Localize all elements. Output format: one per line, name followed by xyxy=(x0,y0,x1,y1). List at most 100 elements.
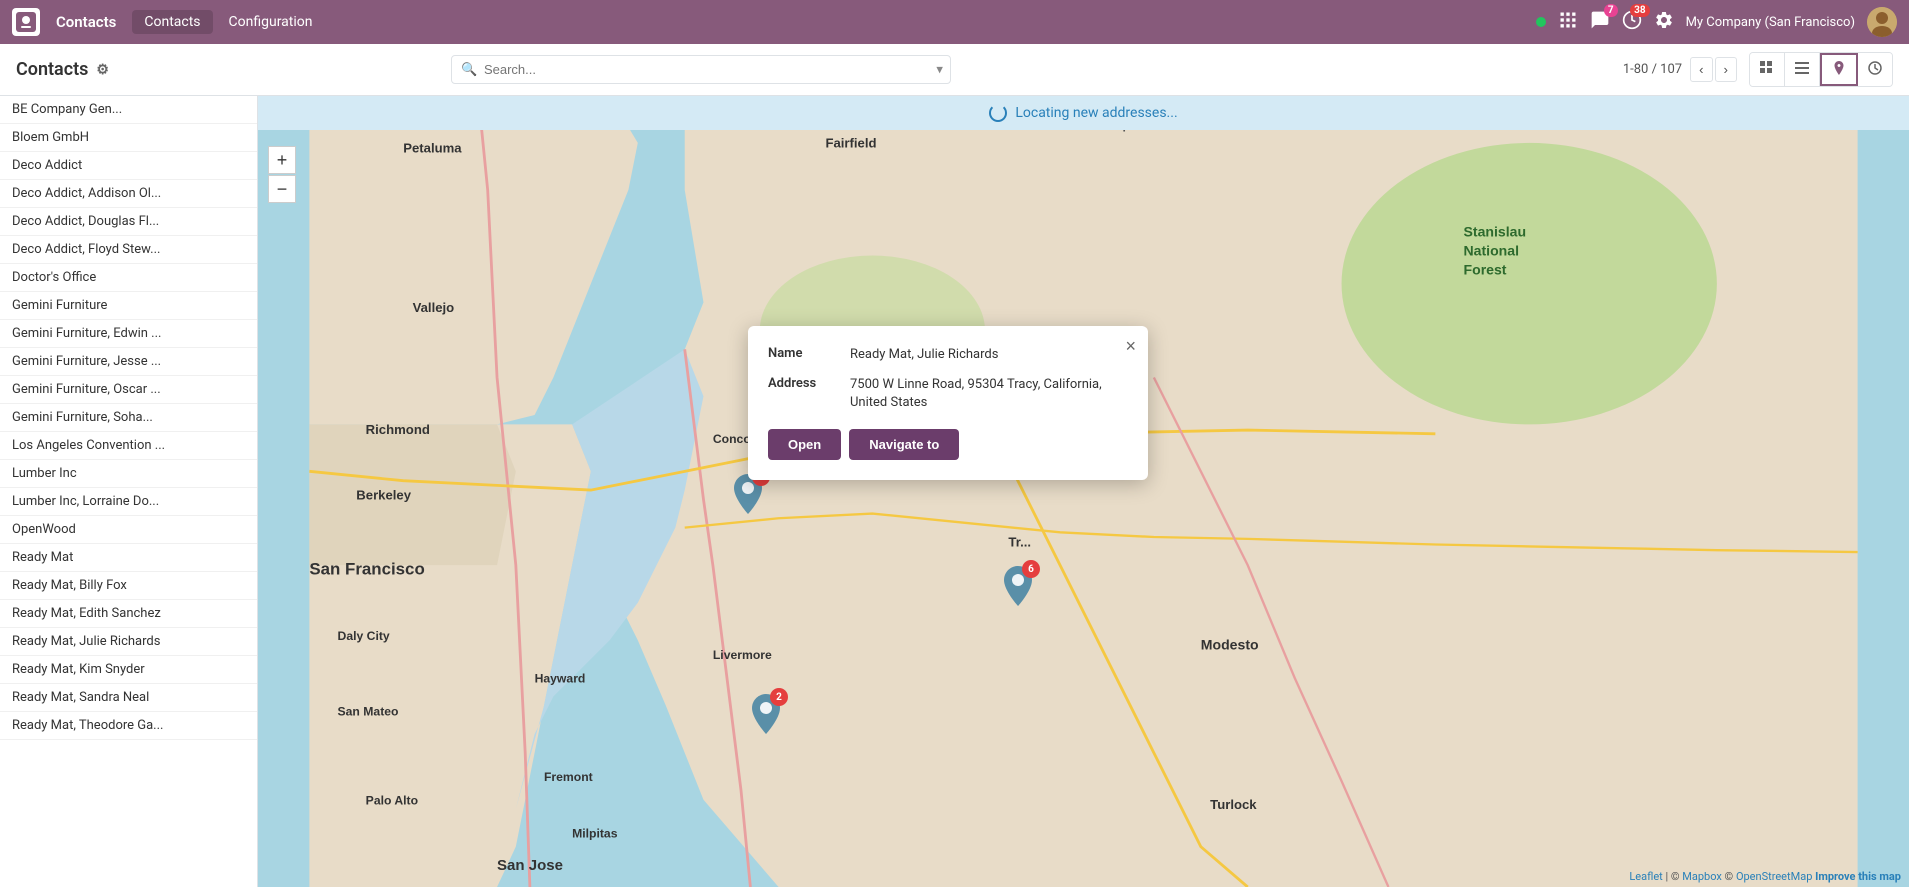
contact-list-item[interactable]: Ready Mat, Julie Richards xyxy=(0,628,257,656)
user-avatar[interactable] xyxy=(1867,7,1897,37)
svg-text:San Mateo: San Mateo xyxy=(338,704,399,718)
improve-map-link[interactable]: Improve this map xyxy=(1815,870,1901,883)
svg-text:Modesto: Modesto xyxy=(1201,637,1259,653)
popup-name-label: Name xyxy=(768,346,838,364)
pin-icon-1: 2 xyxy=(732,474,764,514)
pin-badge-2: 2 xyxy=(770,688,788,706)
app-logo[interactable] xyxy=(12,8,40,36)
activity-badge: 38 xyxy=(1630,4,1649,17)
map-attribution: Leaflet | © Mapbox © OpenStreetMap Impro… xyxy=(1629,870,1901,883)
contact-list-item[interactable]: Lumber Inc, Lorraine Do... xyxy=(0,488,257,516)
contact-list-item[interactable]: OpenWood xyxy=(0,516,257,544)
page-settings-icon[interactable]: ⚙ xyxy=(96,62,109,78)
contact-list-item[interactable]: Deco Addict, Douglas Fl... xyxy=(0,208,257,236)
loading-spinner xyxy=(989,104,1007,122)
app-name: Contacts xyxy=(56,13,116,31)
pin-icon-3: 6 xyxy=(1002,566,1034,606)
contact-list-item[interactable]: Gemini Furniture xyxy=(0,292,257,320)
chat-icon[interactable]: 7 xyxy=(1590,10,1610,35)
view-switcher xyxy=(1749,52,1893,87)
contact-sidebar: BE Company Gen...Bloem GmbHDeco AddictDe… xyxy=(0,96,258,887)
search-container: 🔍 ▾ xyxy=(451,55,951,84)
activity-view-button[interactable] xyxy=(1858,53,1892,86)
contact-list-item[interactable]: Gemini Furniture, Edwin ... xyxy=(0,320,257,348)
map-controls: + − xyxy=(268,146,296,203)
contact-list-item[interactable]: Deco Addict, Floyd Stew... xyxy=(0,236,257,264)
pagination-text: 1-80 / 107 xyxy=(1623,62,1682,77)
prev-page-button[interactable]: ‹ xyxy=(1690,57,1712,82)
popup-address-label: Address xyxy=(768,376,838,412)
loading-text: Locating new addresses... xyxy=(1015,105,1177,121)
list-view-button[interactable] xyxy=(1785,53,1820,86)
pagination-nav: ‹ › xyxy=(1690,57,1737,82)
popup-name-row: Name Ready Mat, Julie Richards xyxy=(768,346,1128,364)
next-page-button[interactable]: › xyxy=(1715,57,1737,82)
popup-navigate-button[interactable]: Navigate to xyxy=(849,429,959,460)
map-area: Locating new addresses... xyxy=(258,96,1909,887)
contact-list-item[interactable]: Gemini Furniture, Jesse ... xyxy=(0,348,257,376)
contact-list-item[interactable]: Gemini Furniture, Oscar ... xyxy=(0,376,257,404)
company-name: My Company (San Francisco) xyxy=(1686,15,1855,30)
contact-list-item[interactable]: BE Company Gen... xyxy=(0,96,257,124)
contact-list-item[interactable]: Ready Mat, Edith Sanchez xyxy=(0,600,257,628)
kanban-view-button[interactable] xyxy=(1750,53,1785,86)
map-popup: × Name Ready Mat, Julie Richards Address… xyxy=(748,326,1148,480)
svg-text:Petaluma: Petaluma xyxy=(403,140,462,155)
popup-name-value: Ready Mat, Julie Richards xyxy=(850,346,998,364)
svg-text:San Jose: San Jose xyxy=(497,857,563,874)
zoom-in-button[interactable]: + xyxy=(268,146,296,174)
svg-text:Berkeley: Berkeley xyxy=(356,487,411,502)
popup-address-value: 7500 W Linne Road, 95304 Tracy, Californ… xyxy=(850,376,1128,412)
osm-link[interactable]: OpenStreetMap xyxy=(1736,870,1812,883)
svg-text:National: National xyxy=(1464,243,1519,259)
contact-list-item[interactable]: Ready Mat, Theodore Ga... xyxy=(0,712,257,740)
popup-close-button[interactable]: × xyxy=(1125,336,1136,357)
main-content: BE Company Gen...Bloem GmbHDeco AddictDe… xyxy=(0,96,1909,887)
contact-list-item[interactable]: Los Angeles Convention ... xyxy=(0,432,257,460)
chat-badge: 7 xyxy=(1604,4,1618,17)
contact-list-item[interactable]: Deco Addict xyxy=(0,152,257,180)
map-svg: Stanislau National Forest Petaluma Fairf… xyxy=(258,96,1909,887)
top-nav: Contacts Configuration xyxy=(132,10,324,34)
popup-open-button[interactable]: Open xyxy=(768,429,841,460)
svg-text:San Francisco: San Francisco xyxy=(309,560,424,579)
map-view-button[interactable] xyxy=(1820,53,1858,86)
popup-address-row: Address 7500 W Linne Road, 95304 Tracy, … xyxy=(768,376,1128,412)
search-icon: 🔍 xyxy=(461,62,477,77)
contact-list: BE Company Gen...Bloem GmbHDeco AddictDe… xyxy=(0,96,257,740)
map-pin-2[interactable]: 2 xyxy=(750,694,782,734)
activity-icon[interactable]: 38 xyxy=(1622,10,1642,35)
contact-list-item[interactable]: Ready Mat, Sandra Neal xyxy=(0,684,257,712)
svg-text:Palo Alto: Palo Alto xyxy=(366,793,418,807)
contact-list-item[interactable]: Bloem GmbH xyxy=(0,124,257,152)
topbar: Contacts Contacts Configuration 7 38 My … xyxy=(0,0,1909,44)
contact-list-item[interactable]: Ready Mat, Billy Fox xyxy=(0,572,257,600)
svg-text:Fairfield: Fairfield xyxy=(825,136,876,151)
map-loading-bar: Locating new addresses... xyxy=(258,96,1909,130)
search-dropdown-icon[interactable]: ▾ xyxy=(936,62,943,77)
contact-list-item[interactable]: Ready Mat, Kim Snyder xyxy=(0,656,257,684)
nav-contacts[interactable]: Contacts xyxy=(132,10,212,34)
zoom-out-button[interactable]: − xyxy=(268,175,296,203)
contact-list-item[interactable]: Deco Addict, Addison Ol... xyxy=(0,180,257,208)
svg-text:Livermore: Livermore xyxy=(713,648,772,662)
svg-text:Vallejo: Vallejo xyxy=(413,300,455,315)
mapbox-link[interactable]: Mapbox xyxy=(1682,870,1722,883)
contact-list-item[interactable]: Doctor's Office xyxy=(0,264,257,292)
pin-icon-2: 2 xyxy=(750,694,782,734)
search-input[interactable] xyxy=(451,55,951,84)
page-title-area: Contacts ⚙ xyxy=(16,59,109,80)
svg-text:Turlock: Turlock xyxy=(1210,797,1257,812)
settings-icon[interactable] xyxy=(1654,10,1674,35)
contact-list-item[interactable]: Gemini Furniture, Soha... xyxy=(0,404,257,432)
svg-text:Hayward: Hayward xyxy=(535,671,586,685)
map-pin-3[interactable]: 6 xyxy=(1002,566,1034,606)
nav-configuration[interactable]: Configuration xyxy=(217,10,325,34)
contact-list-item[interactable]: Lumber Inc xyxy=(0,460,257,488)
contact-list-item[interactable]: Ready Mat xyxy=(0,544,257,572)
svg-text:Forest: Forest xyxy=(1464,261,1507,277)
map-background[interactable]: Stanislau National Forest Petaluma Fairf… xyxy=(258,96,1909,887)
grid-icon[interactable] xyxy=(1558,10,1578,35)
map-pin-1[interactable]: 2 xyxy=(732,474,764,514)
leaflet-link[interactable]: Leaflet xyxy=(1629,870,1662,883)
